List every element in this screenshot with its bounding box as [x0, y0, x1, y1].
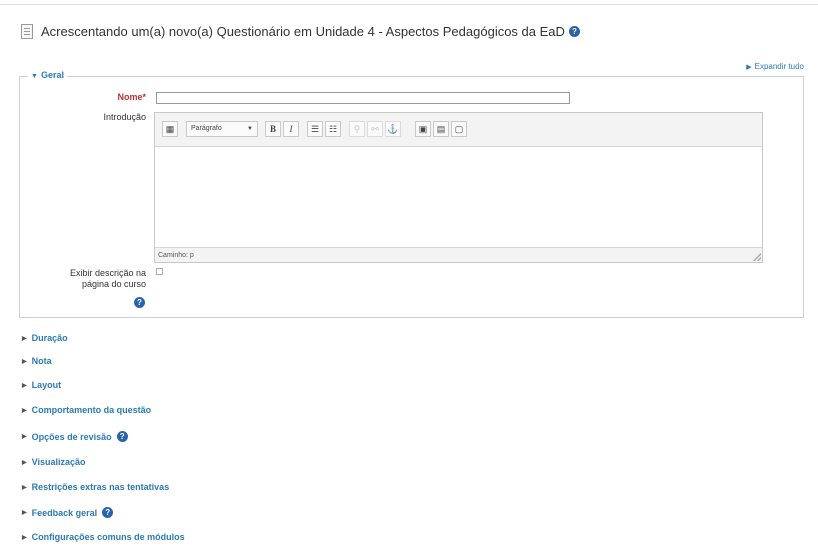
legend-geral[interactable]: ▼ Geral	[28, 70, 67, 80]
section-header-label: Restrições extras nas tentativas	[31, 482, 170, 492]
section-header[interactable]: ▶ Opções de revisão?	[22, 431, 128, 442]
triangle-right-icon: ▶	[22, 510, 27, 516]
introducao-label: Introdução	[103, 112, 146, 122]
help-icon[interactable]: ?	[102, 507, 114, 518]
section-header-label: Nota	[31, 356, 52, 366]
editor-statusbar: Caminho: p	[155, 247, 762, 262]
required-marker: *	[142, 92, 146, 102]
section-header-label: Comportamento da questão	[31, 405, 152, 415]
expand-all-label: Expandir tudo	[754, 62, 804, 71]
section-header[interactable]: ▶ Comportamento da questão	[22, 405, 151, 415]
page-title: Acrescentando um(a) novo(a) Questionário…	[41, 24, 565, 39]
nome-label-text: Nome	[117, 92, 143, 102]
section-header[interactable]: ▶ Layout	[22, 380, 61, 390]
format-select-value: Parágrafo	[191, 125, 222, 132]
triangle-right-icon: ▶	[22, 358, 27, 365]
link-icon[interactable]: ⚲	[349, 121, 365, 137]
editor-path: Caminho: p	[158, 252, 194, 259]
section-header[interactable]: ▶ Nota	[22, 356, 52, 366]
bold-icon[interactable]: B	[265, 121, 281, 137]
section-header[interactable]: ▶ Feedback geral?	[22, 507, 114, 518]
section-header-label: Visualização	[31, 457, 86, 467]
section-header[interactable]: ▶ Duração	[22, 333, 68, 343]
section-header[interactable]: ▶ Visualização	[22, 457, 86, 467]
triangle-right-icon: ▶	[22, 484, 27, 491]
nome-input[interactable]	[156, 92, 570, 104]
exibir-label-line2: página do curso	[81, 279, 146, 289]
help-icon[interactable]: ?	[116, 431, 128, 442]
triangle-right-icon: ▶	[22, 335, 27, 342]
expand-all-link[interactable]: ▶ Expandir tudo	[746, 62, 804, 71]
toolbar-toggle-icon[interactable]: ▦	[162, 121, 178, 137]
rich-text-editor: ▦ Parágrafo ▼ B I ☰ ☷ ⚲ ⚯ ⚓ ▣ ▤ ▢ Caminho…	[154, 112, 763, 263]
exibir-checkbox[interactable]	[156, 268, 163, 275]
triangle-down-icon: ▼	[31, 73, 38, 80]
chevron-down-icon: ▼	[247, 126, 253, 132]
section-header[interactable]: ▶ Configurações comuns de módulos	[22, 532, 185, 542]
help-icon[interactable]: ?	[134, 297, 145, 308]
anchor-icon[interactable]: ⚓	[385, 121, 401, 137]
resize-handle-icon[interactable]	[753, 253, 761, 261]
triangle-right-icon: ▶	[22, 407, 27, 414]
section-header-label: Configurações comuns de módulos	[31, 532, 185, 542]
editor-toolbar: ▦ Parágrafo ▼ B I ☰ ☷ ⚲ ⚯ ⚓ ▣ ▤ ▢	[155, 113, 762, 147]
page-header: Acrescentando um(a) novo(a) Questionário…	[21, 24, 580, 39]
ordered-list-icon[interactable]: ☷	[325, 121, 341, 137]
help-icon[interactable]: ?	[568, 26, 580, 37]
format-select[interactable]: Parágrafo ▼	[186, 121, 258, 137]
top-divider	[0, 4, 818, 5]
section-header-label: Layout	[31, 380, 62, 390]
triangle-right-icon: ▶	[22, 382, 27, 389]
quiz-document-icon	[21, 24, 33, 39]
triangle-right-icon: ▶	[22, 434, 27, 440]
section-header[interactable]: ▶ Restrições extras nas tentativas	[22, 482, 169, 492]
triangle-right-icon: ▶	[22, 534, 27, 541]
image-icon[interactable]: ▣	[415, 121, 431, 137]
file-icon[interactable]: ▢	[451, 121, 467, 137]
section-header-label: Duração	[31, 333, 68, 343]
unlink-icon[interactable]: ⚯	[367, 121, 383, 137]
exibir-label-line1: Exibir descrição na	[69, 268, 146, 278]
triangle-right-icon: ▶	[746, 64, 752, 71]
triangle-right-icon: ▶	[22, 459, 27, 466]
italic-icon[interactable]: I	[283, 121, 299, 137]
section-header-label: Opções de revisão	[31, 431, 112, 442]
media-icon[interactable]: ▤	[433, 121, 449, 137]
section-header-label: Feedback geral	[31, 507, 98, 518]
exibir-label: Exibir descrição na página do curso	[40, 268, 146, 290]
nome-label: Nome*	[90, 92, 146, 103]
legend-geral-label: Geral	[40, 70, 64, 80]
unordered-list-icon[interactable]: ☰	[307, 121, 323, 137]
editor-content-area[interactable]	[155, 147, 762, 243]
